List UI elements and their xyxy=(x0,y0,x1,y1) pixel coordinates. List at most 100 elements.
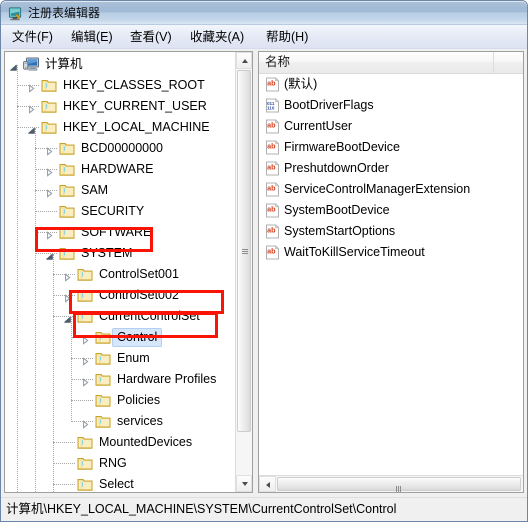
folder-icon xyxy=(77,309,93,324)
tree-guide-line xyxy=(71,421,93,423)
values-scrollbar-thumb[interactable] xyxy=(277,477,521,492)
menu-favorites[interactable]: 收藏夹(A) xyxy=(187,28,247,46)
registry-values-pane[interactable]: 名称 ab (默认) 011 110 BootDriverFlags ab CurrentU… xyxy=(258,51,524,493)
value-row[interactable]: ab (默认) xyxy=(259,74,523,95)
tree-guide-line xyxy=(35,169,57,171)
tree-guide-line xyxy=(17,127,39,129)
tree-item-label: HKEY_CURRENT_USER xyxy=(63,99,207,113)
tree-item-controlset001[interactable]: ControlSet001 xyxy=(5,264,235,285)
value-row[interactable]: ab FirmwareBootDevice xyxy=(259,137,523,158)
status-bar: 计算机\HKEY_LOCAL_MACHINE\SYSTEM\CurrentCon… xyxy=(1,497,527,521)
tree-item-label: 计算机 xyxy=(45,57,83,71)
values-column-header: 名称 xyxy=(259,52,523,74)
scrollbar-grip-icon xyxy=(396,482,402,492)
tree-guide-line xyxy=(71,379,93,381)
string-value-icon: ab xyxy=(265,224,280,239)
tree-guide-line xyxy=(17,85,39,87)
folder-icon xyxy=(95,393,111,408)
string-value-icon: ab xyxy=(265,245,280,260)
value-row[interactable]: ab SystemBootDevice xyxy=(259,200,523,221)
svg-text:ab: ab xyxy=(267,79,276,88)
value-row[interactable]: ab CurrentUser xyxy=(259,116,523,137)
registry-tree-pane[interactable]: 计算机 HKEY_CLASSES_ROOT HKEY_CURRENT_USER HKE… xyxy=(4,51,253,493)
tree-guide-line xyxy=(35,232,57,234)
tree-item--[interactable]: 计算机 xyxy=(5,54,235,75)
string-value-icon: ab xyxy=(265,182,280,197)
tree-item-label: MountedDevices xyxy=(99,435,193,449)
value-name-label: (默认) xyxy=(284,77,318,91)
string-value-icon: ab xyxy=(265,161,280,176)
svg-text:ab: ab xyxy=(267,247,276,256)
tree-item-label: Select xyxy=(99,477,134,491)
tree-item-policies[interactable]: Policies xyxy=(5,390,235,411)
folder-icon xyxy=(41,99,57,114)
tree-item-hkey-current-user[interactable]: HKEY_CURRENT_USER xyxy=(5,96,235,117)
menu-file[interactable]: 文件(F) xyxy=(9,28,56,46)
tree-vertical-scrollbar[interactable] xyxy=(235,52,252,492)
tree-item-hardware-profiles[interactable]: Hardware Profiles xyxy=(5,369,235,390)
tree-item-label: SECURITY xyxy=(81,204,145,218)
folder-icon xyxy=(59,225,75,240)
tree-item-mounteddevices[interactable]: MountedDevices xyxy=(5,432,235,453)
tree-item-label: SYSTEM xyxy=(81,246,133,260)
chevron-left-icon xyxy=(266,482,270,488)
value-name-label: ServiceControlManagerExtension xyxy=(284,182,471,196)
tree-item-label: HARDWARE xyxy=(81,162,154,176)
tree-guide-line xyxy=(35,128,37,492)
tree-item-currentcontrolset[interactable]: CurrentControlSet xyxy=(5,306,235,327)
tree-item-control[interactable]: Control xyxy=(5,327,235,348)
dword-value-icon: 011 110 xyxy=(265,98,280,113)
tree-item-hkey-classes-root[interactable]: HKEY_CLASSES_ROOT xyxy=(5,75,235,96)
values-scroll-left-button[interactable] xyxy=(259,476,276,492)
values-horizontal-scrollbar[interactable] xyxy=(259,475,523,492)
tree-guide-line xyxy=(53,254,55,492)
folder-icon xyxy=(59,141,75,156)
menu-help[interactable]: 帮助(H) xyxy=(263,28,311,46)
tree-item-enum[interactable]: Enum xyxy=(5,348,235,369)
tree-item-label: HKEY_CLASSES_ROOT xyxy=(63,78,205,92)
tree-item-hkey-local-machine[interactable]: HKEY_LOCAL_MACHINE xyxy=(5,117,235,138)
value-name-label: FirmwareBootDevice xyxy=(284,140,401,154)
scrollbar-grip-icon xyxy=(242,249,248,255)
tree-item-services[interactable]: services xyxy=(5,411,235,432)
menu-edit[interactable]: 编辑(E) xyxy=(68,28,116,46)
tree-guide-line xyxy=(71,317,73,422)
value-name-label: BootDriverFlags xyxy=(284,98,374,112)
tree-item-label: HKEY_LOCAL_MACHINE xyxy=(63,120,210,134)
value-row[interactable]: ab ServiceControlManagerExtension xyxy=(259,179,523,200)
tree-item-rng[interactable]: RNG xyxy=(5,453,235,474)
tree-guide-line xyxy=(53,295,75,297)
registry-editor-window: 注册表编辑器 文件(F) 编辑(E) 查看(V) 收藏夹(A) 帮助(H) 计算… xyxy=(0,0,528,522)
value-name-label: WaitToKillServiceTimeout xyxy=(284,245,425,259)
tree-item-select[interactable]: Select xyxy=(5,474,235,492)
computer-icon xyxy=(23,57,39,72)
tree-scroll-up-button[interactable] xyxy=(236,52,252,69)
tree-scrollbar-thumb[interactable] xyxy=(237,70,251,432)
value-row[interactable]: ab SystemStartOptions xyxy=(259,221,523,242)
value-row[interactable]: ab WaitToKillServiceTimeout xyxy=(259,242,523,263)
tree-item-label: SAM xyxy=(81,183,109,197)
value-row[interactable]: ab PreshutdownOrder xyxy=(259,158,523,179)
tree-scroll-down-button[interactable] xyxy=(236,475,252,492)
tree-guide-line xyxy=(53,484,75,486)
string-value-icon: ab xyxy=(265,140,280,155)
folder-icon xyxy=(59,183,75,198)
tree-item-label: RNG xyxy=(99,456,127,470)
folder-icon xyxy=(95,372,111,387)
tree-item-controlset002[interactable]: ControlSet002 xyxy=(5,285,235,306)
folder-icon xyxy=(59,246,75,261)
title-bar[interactable]: 注册表编辑器 xyxy=(1,1,527,25)
tree-item-label: Hardware Profiles xyxy=(117,372,217,386)
tree-item-label: CurrentControlSet xyxy=(99,309,200,323)
value-row[interactable]: 011 110 BootDriverFlags xyxy=(259,95,523,116)
menu-view[interactable]: 查看(V) xyxy=(127,28,175,46)
column-header-name[interactable]: 名称 xyxy=(259,52,494,73)
tree-guide-line xyxy=(35,253,57,255)
folder-icon xyxy=(95,330,111,345)
folder-icon xyxy=(59,204,75,219)
folder-icon xyxy=(77,267,93,282)
folder-icon xyxy=(77,288,93,303)
tree-guide-line xyxy=(53,316,75,318)
registry-tree[interactable]: 计算机 HKEY_CLASSES_ROOT HKEY_CURRENT_USER HKE… xyxy=(5,52,235,492)
tree-item-label: ControlSet001 xyxy=(99,267,179,281)
